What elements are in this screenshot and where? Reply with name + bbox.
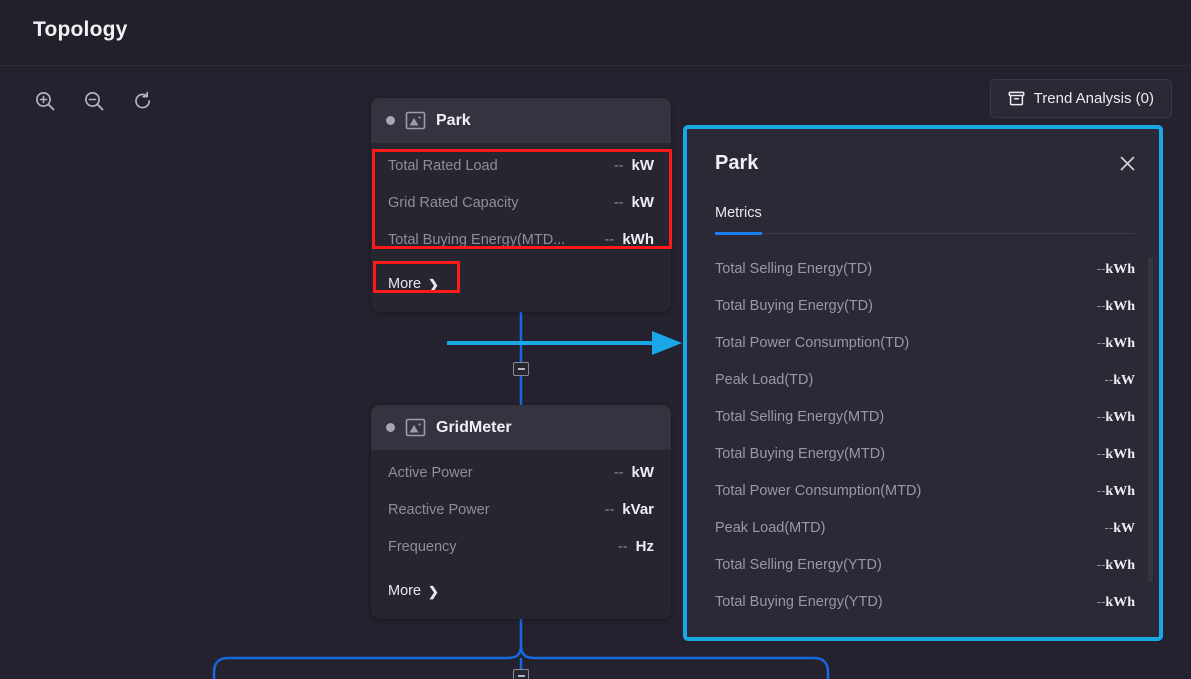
metrics-row-name: Total Buying Energy(MTD) xyxy=(715,446,885,462)
metrics-row-name: Total Selling Energy(MTD) xyxy=(715,409,884,425)
node-gridmeter-body: Active Power --kW Reactive Power --kVar … xyxy=(371,450,671,619)
metric-name: Active Power xyxy=(388,465,473,481)
metrics-row-value: --kW xyxy=(1105,520,1135,537)
metrics-row: Peak Load(TD) --kW xyxy=(715,372,1135,409)
trend-analysis-button[interactable]: Trend Analysis (0) xyxy=(990,79,1172,118)
metric-row: Reactive Power --kVar xyxy=(388,501,654,538)
status-dot-icon xyxy=(386,423,395,432)
metrics-row: Total Buying Energy(TD) --kWh xyxy=(715,298,1135,335)
node-park-title: Park xyxy=(436,112,471,130)
metrics-row-name: Peak Load(TD) xyxy=(715,372,813,388)
node-gridmeter-collapse-toggle[interactable] xyxy=(513,669,529,679)
zoom-in-icon[interactable] xyxy=(32,88,58,114)
metric-name: Total Buying Energy(MTD... xyxy=(388,232,565,248)
metrics-row: Total Power Consumption(MTD) --kWh xyxy=(715,483,1135,520)
chevron-right-icon: ❯ xyxy=(428,585,439,598)
metrics-row-name: Total Power Consumption(MTD) xyxy=(715,483,921,499)
detail-panel: Park Metrics Total Selling Energy(TD) --… xyxy=(683,125,1163,641)
more-label: More xyxy=(388,276,421,292)
metrics-row-value: --kW xyxy=(1105,372,1135,389)
page-title: Topology xyxy=(33,18,128,42)
metrics-row-value: --kWh xyxy=(1097,446,1135,463)
metrics-row: Total Power Consumption(TD) --kWh xyxy=(715,335,1135,372)
metric-value: --Hz xyxy=(618,538,654,555)
metric-name: Frequency xyxy=(388,539,457,555)
archive-icon xyxy=(1008,90,1025,107)
metric-row: Active Power --kW xyxy=(388,464,654,501)
reset-view-icon[interactable] xyxy=(130,88,156,114)
metrics-row-name: Peak Load(MTD) xyxy=(715,520,825,536)
metrics-row: Total Selling Energy(YTD) --kWh xyxy=(715,557,1135,594)
metric-row: Grid Rated Capacity --kW xyxy=(388,194,654,231)
metric-row: Total Rated Load --kW xyxy=(388,157,654,194)
canvas-zoom-tools xyxy=(32,88,156,114)
status-dot-icon xyxy=(386,116,395,125)
node-park-collapse-toggle[interactable] xyxy=(513,362,529,376)
node-gridmeter-more-button[interactable]: More ❯ xyxy=(388,575,654,609)
metric-value: --kW xyxy=(614,194,654,211)
image-placeholder-icon xyxy=(405,110,426,131)
image-placeholder-icon xyxy=(405,417,426,438)
metrics-row-name: Total Power Consumption(TD) xyxy=(715,335,909,351)
metrics-row: Total Buying Energy(MTD) --kWh xyxy=(715,446,1135,483)
detail-panel-scrollbar[interactable] xyxy=(1148,257,1153,582)
page-header: Topology xyxy=(0,0,1191,66)
close-icon[interactable] xyxy=(1115,151,1139,175)
metric-value: --kW xyxy=(614,464,654,481)
metrics-row-name: Total Selling Energy(YTD) xyxy=(715,557,882,573)
node-park-header: Park xyxy=(371,98,671,143)
metric-name: Total Rated Load xyxy=(388,158,498,174)
node-park-more-button[interactable]: More ❯ xyxy=(388,268,654,302)
node-park[interactable]: Park Total Rated Load --kW Grid Rated Ca… xyxy=(371,98,671,312)
zoom-out-icon[interactable] xyxy=(81,88,107,114)
detail-panel-title: Park xyxy=(715,152,758,175)
chevron-right-icon: ❯ xyxy=(428,278,439,291)
tab-metrics[interactable]: Metrics xyxy=(715,205,762,235)
detail-panel-tabs: Metrics xyxy=(715,204,1135,234)
more-label: More xyxy=(388,583,421,599)
metric-value: --kVar xyxy=(605,501,654,518)
metrics-row-name: Total Selling Energy(TD) xyxy=(715,261,872,277)
metric-name: Grid Rated Capacity xyxy=(388,195,519,211)
node-gridmeter[interactable]: GridMeter Active Power --kW Reactive Pow… xyxy=(371,405,671,619)
metrics-row-value: --kWh xyxy=(1097,409,1135,426)
metric-value: --kW xyxy=(614,157,654,174)
metrics-row-name: Total Buying Energy(YTD) xyxy=(715,594,883,610)
metrics-row-value: --kWh xyxy=(1097,557,1135,574)
metrics-row: Peak Load(MTD) --kW xyxy=(715,520,1135,557)
trend-analysis-label: Trend Analysis (0) xyxy=(1034,90,1154,107)
node-gridmeter-title: GridMeter xyxy=(436,419,512,437)
detail-panel-metrics-list[interactable]: Total Selling Energy(TD) --kWh Total Buy… xyxy=(687,249,1159,629)
metrics-row-value: --kWh xyxy=(1097,261,1135,278)
metrics-row: Total Buying Energy(YTD) --kWh xyxy=(715,594,1135,629)
metric-name: Reactive Power xyxy=(388,502,490,518)
metric-row: Frequency --Hz xyxy=(388,538,654,575)
metrics-row-value: --kWh xyxy=(1097,298,1135,315)
node-gridmeter-header: GridMeter xyxy=(371,405,671,450)
metrics-row-value: --kWh xyxy=(1097,594,1135,611)
node-park-body: Total Rated Load --kW Grid Rated Capacit… xyxy=(371,143,671,312)
metrics-row: Total Selling Energy(TD) --kWh xyxy=(715,261,1135,298)
topology-page: Topology xyxy=(0,0,1191,679)
metric-value: --kWh xyxy=(605,231,654,248)
metric-row: Total Buying Energy(MTD... --kWh xyxy=(388,231,654,268)
metrics-row: Total Selling Energy(MTD) --kWh xyxy=(715,409,1135,446)
metrics-row-name: Total Buying Energy(TD) xyxy=(715,298,873,314)
metrics-row-value: --kWh xyxy=(1097,483,1135,500)
metrics-row-value: --kWh xyxy=(1097,335,1135,352)
